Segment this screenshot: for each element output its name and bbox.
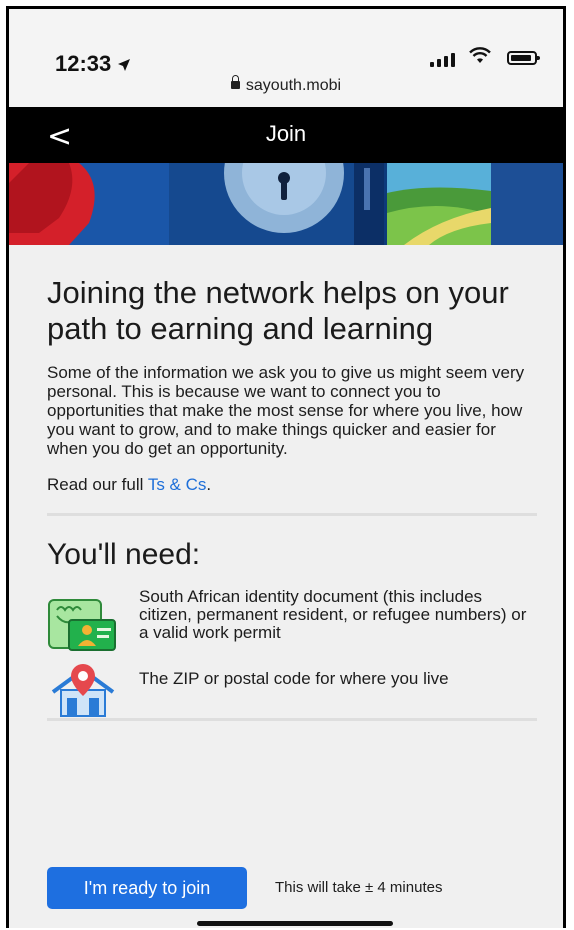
house-location-icon <box>51 664 115 717</box>
section-divider <box>47 513 537 516</box>
id-card-icon <box>48 599 116 651</box>
terms-prefix: Read our full <box>47 475 148 494</box>
ready-to-join-button[interactable]: I'm ready to join <box>47 867 247 909</box>
header-illustration <box>9 163 563 245</box>
phone-screen: 12:33 sayouth.mobi < Join Joining the ne… <box>6 6 566 928</box>
duration-text: This will take ± 4 minutes <box>275 879 443 896</box>
terms-link[interactable]: Ts & Cs <box>148 475 207 494</box>
page-title: Join <box>265 121 307 146</box>
headline: Joining the network helps on your path t… <box>47 275 509 346</box>
main-content: Joining the network helps on your path t… <box>9 245 563 721</box>
status-bar: 12:33 sayouth.mobi <box>9 9 563 107</box>
address-bar[interactable]: sayouth.mobi <box>9 75 563 95</box>
cellular-signal-icon <box>430 51 455 67</box>
list-item: The ZIP or postal code for where you liv… <box>47 662 563 717</box>
list-item: South African identity document (this in… <box>47 587 563 651</box>
wifi-icon <box>469 47 491 63</box>
top-navbar: < Join <box>9 107 563 163</box>
location-arrow-icon <box>118 59 131 71</box>
url-text: sayouth.mobi <box>245 77 342 94</box>
lock-icon <box>230 75 240 89</box>
needs-item-text: The ZIP or postal code for where you liv… <box>139 669 449 688</box>
status-time: 12:33 <box>55 51 131 77</box>
needs-item-text: South African identity document (this in… <box>139 587 527 642</box>
intro-paragraph: Some of the information we ask you to gi… <box>47 363 525 458</box>
needs-title: You'll need: <box>47 538 201 571</box>
home-indicator[interactable] <box>197 921 393 926</box>
terms-line: Read our full Ts & Cs. <box>47 475 563 495</box>
battery-icon <box>507 51 540 65</box>
section-divider <box>47 718 537 721</box>
terms-suffix: . <box>206 475 212 494</box>
